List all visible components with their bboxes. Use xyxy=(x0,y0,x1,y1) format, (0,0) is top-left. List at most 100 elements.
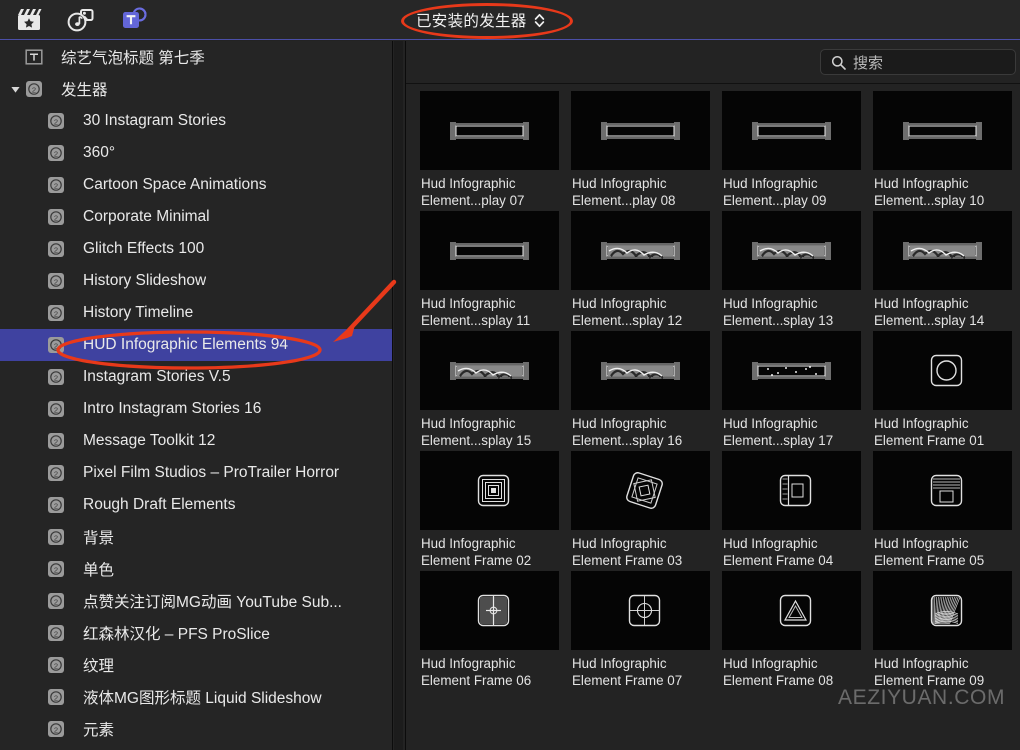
media-clapperboard-icon[interactable] xyxy=(14,6,44,34)
sidebar-item-label: History Timeline xyxy=(83,304,194,321)
sidebar-item-label: History Slideshow xyxy=(83,272,207,289)
sidebar-item-21[interactable]: 2 元素 xyxy=(0,713,392,745)
grid-item[interactable]: Hud Infographic Element...play 08 xyxy=(571,91,710,209)
grid-item[interactable]: Hud Infographic Element...splay 17 xyxy=(722,331,861,449)
grid-item[interactable]: Hud Infographic Element Frame 02 xyxy=(420,451,559,569)
disclosure-triangle-icon[interactable] xyxy=(8,84,22,95)
sidebar-item-label: Glitch Effects 100 xyxy=(83,240,205,257)
sidebar-item-1[interactable]: 2 发生器 xyxy=(0,73,392,105)
sidebar-item-13[interactable]: 2 Pixel Film Studios – ProTrailer Horror xyxy=(0,457,392,489)
generator-thumbnail-grid[interactable]: Hud Infographic Element...play 07 Hud Inf… xyxy=(406,85,1020,750)
thumbnail-frame-fan-lines[interactable] xyxy=(873,571,1012,650)
grid-item[interactable]: Hud Infographic Element...splay 11 xyxy=(420,211,559,329)
generator-icon: 2 xyxy=(47,528,74,546)
generator-sidebar-list[interactable]: 综艺气泡标题 第七季 2 发生器 2 30 Instagram Stories 2 360°… xyxy=(0,41,392,750)
sidebar-scrollbar-track[interactable] xyxy=(394,41,796,750)
sidebar-item-label: 液体MG图形标题 Liquid Slideshow xyxy=(83,690,322,707)
svg-text:2: 2 xyxy=(54,181,58,190)
thumbnail-hud-bar-empty[interactable] xyxy=(571,91,710,170)
svg-text:2: 2 xyxy=(54,149,58,158)
generator-icon: 2 xyxy=(48,561,64,577)
sidebar-item-4[interactable]: 2 Cartoon Space Animations xyxy=(0,169,392,201)
grid-item[interactable]: Hud Infographic Element Frame 06 xyxy=(420,571,559,689)
generator-icon: 2 xyxy=(47,208,74,226)
grid-item[interactable]: Hud Infographic Element Frame 04 xyxy=(722,451,861,569)
sidebar-item-14[interactable]: 2 Rough Draft Elements xyxy=(0,489,392,521)
thumbnail-frame-circle[interactable] xyxy=(873,331,1012,410)
generator-icon: 2 xyxy=(47,656,74,674)
titles-generators-icon[interactable] xyxy=(118,6,148,34)
browser-category-select[interactable]: 已安装的发生器 xyxy=(408,7,551,34)
content-pane: 搜索 Hud Infographic Element...play 07 Hud … xyxy=(406,41,1020,750)
generator-icon: 2 xyxy=(48,593,64,609)
sidebar-item-label: 背景 xyxy=(83,530,115,547)
thumbnail-frame-rotated-diamonds[interactable] xyxy=(571,451,710,530)
sidebar-item-17[interactable]: 2 点赞关注订阅MG动画 YouTube Sub... xyxy=(0,585,392,617)
thumbnail-hud-bar-stars[interactable] xyxy=(722,331,861,410)
generator-icon: 2 xyxy=(48,145,64,161)
sidebar-item-10[interactable]: 2 Instagram Stories V.5 xyxy=(0,361,392,393)
grid-item-caption: Hud Infographic Element...play 07 xyxy=(421,176,525,208)
search-input[interactable]: 搜索 xyxy=(820,49,1016,75)
sidebar-item-6[interactable]: 2 Glitch Effects 100 xyxy=(0,233,392,265)
sidebar-item-18[interactable]: 2 红森林汉化 – PFS ProSlice xyxy=(0,617,392,649)
sidebar-item-9[interactable]: 2 HUD Infographic Elements 94 xyxy=(0,329,392,361)
generator-icon: 2 xyxy=(47,464,74,482)
sidebar-item-3[interactable]: 2 360° xyxy=(0,137,392,169)
sidebar-item-label: 综艺气泡标题 第七季 xyxy=(61,50,205,67)
thumbnail-hud-bar-noise[interactable] xyxy=(571,331,710,410)
thumbnail-frame-crosshair-circle[interactable] xyxy=(571,571,710,650)
grid-item[interactable]: Hud Infographic Element...splay 15 xyxy=(420,331,559,449)
sidebar-item-8[interactable]: 2 History Timeline xyxy=(0,297,392,329)
thumbnail-hud-bar-empty[interactable] xyxy=(420,211,559,290)
svg-text:2: 2 xyxy=(54,693,58,702)
grid-item-caption: Hud Infographic Element...splay 11 xyxy=(421,296,531,328)
thumbnail-frame-side-bars[interactable] xyxy=(722,451,861,530)
sidebar-item-11[interactable]: 2 Intro Instagram Stories 16 xyxy=(0,393,392,425)
thumbnail-frame-triangle[interactable] xyxy=(722,571,861,650)
music-audio-icon[interactable] xyxy=(66,6,96,34)
thumbnail-hud-bar-empty[interactable] xyxy=(873,91,1012,170)
sidebar-item-20[interactable]: 2 液体MG图形标题 Liquid Slideshow xyxy=(0,681,392,713)
grid-item[interactable]: Hud Infographic Element...splay 10 xyxy=(873,91,1012,209)
sidebar-item-0[interactable]: 综艺气泡标题 第七季 xyxy=(0,41,392,73)
generator-icon: 2 xyxy=(48,209,64,225)
thumbnail-hud-bar-noise[interactable] xyxy=(873,211,1012,290)
grid-item[interactable]: Hud Infographic Element Frame 08 xyxy=(722,571,861,689)
thumbnail-frame-nested-squares[interactable] xyxy=(420,451,559,530)
sidebar-item-15[interactable]: 2 背景 xyxy=(0,521,392,553)
thumbnail-frame-split-cross[interactable] xyxy=(420,571,559,650)
thumbnail-hud-bar-noise[interactable] xyxy=(420,331,559,410)
sidebar-item-5[interactable]: 2 Corporate Minimal xyxy=(0,201,392,233)
thumbnail-hud-bar-empty[interactable] xyxy=(722,91,861,170)
thumbnail-frame-stacked-lines[interactable] xyxy=(873,451,1012,530)
generator-icon: 2 xyxy=(48,721,64,737)
generator-icon: 2 xyxy=(47,304,74,322)
thumbnail-hud-bar-noise[interactable] xyxy=(722,211,861,290)
grid-item[interactable]: Hud Infographic Element...splay 12 xyxy=(571,211,710,329)
generator-icon: 2 xyxy=(47,368,74,386)
grid-item[interactable]: Hud Infographic Element...splay 14 xyxy=(873,211,1012,329)
grid-item[interactable]: Hud Infographic Element Frame 09 xyxy=(873,571,1012,689)
sidebar-item-16[interactable]: 2 单色 xyxy=(0,553,392,585)
sidebar-item-label: 元素 xyxy=(83,722,115,739)
grid-item[interactable]: Hud Infographic Element Frame 03 xyxy=(571,451,710,569)
sidebar-item-12[interactable]: 2 Message Toolkit 12 xyxy=(0,425,392,457)
generator-icon: 2 xyxy=(47,272,74,290)
grid-item[interactable]: Hud Infographic Element Frame 07 xyxy=(571,571,710,689)
grid-item[interactable]: Hud Infographic Element...play 07 xyxy=(420,91,559,209)
thumbnail-hud-bar-noise[interactable] xyxy=(571,211,710,290)
sidebar-item-2[interactable]: 2 30 Instagram Stories xyxy=(0,105,392,137)
sidebar-item-7[interactable]: 2 History Slideshow xyxy=(0,265,392,297)
sidebar-item-19[interactable]: 2 纹理 xyxy=(0,649,392,681)
grid-item-caption: Hud Infographic Element Frame 08 xyxy=(723,656,834,688)
grid-item[interactable]: Hud Infographic Element...splay 13 xyxy=(722,211,861,329)
grid-item[interactable]: Hud Infographic Element Frame 05 xyxy=(873,451,1012,569)
grid-item[interactable]: Hud Infographic Element...splay 16 xyxy=(571,331,710,449)
grid-item[interactable]: Hud Infographic Element Frame 01 xyxy=(873,331,1012,449)
generator-icon: 2 xyxy=(48,657,64,673)
grid-item[interactable]: Hud Infographic Element...play 09 xyxy=(722,91,861,209)
sidebar-item-label: Pixel Film Studios – ProTrailer Horror xyxy=(83,464,340,481)
thumbnail-hud-bar-empty[interactable] xyxy=(420,91,559,170)
generator-icon: 2 xyxy=(48,369,64,385)
